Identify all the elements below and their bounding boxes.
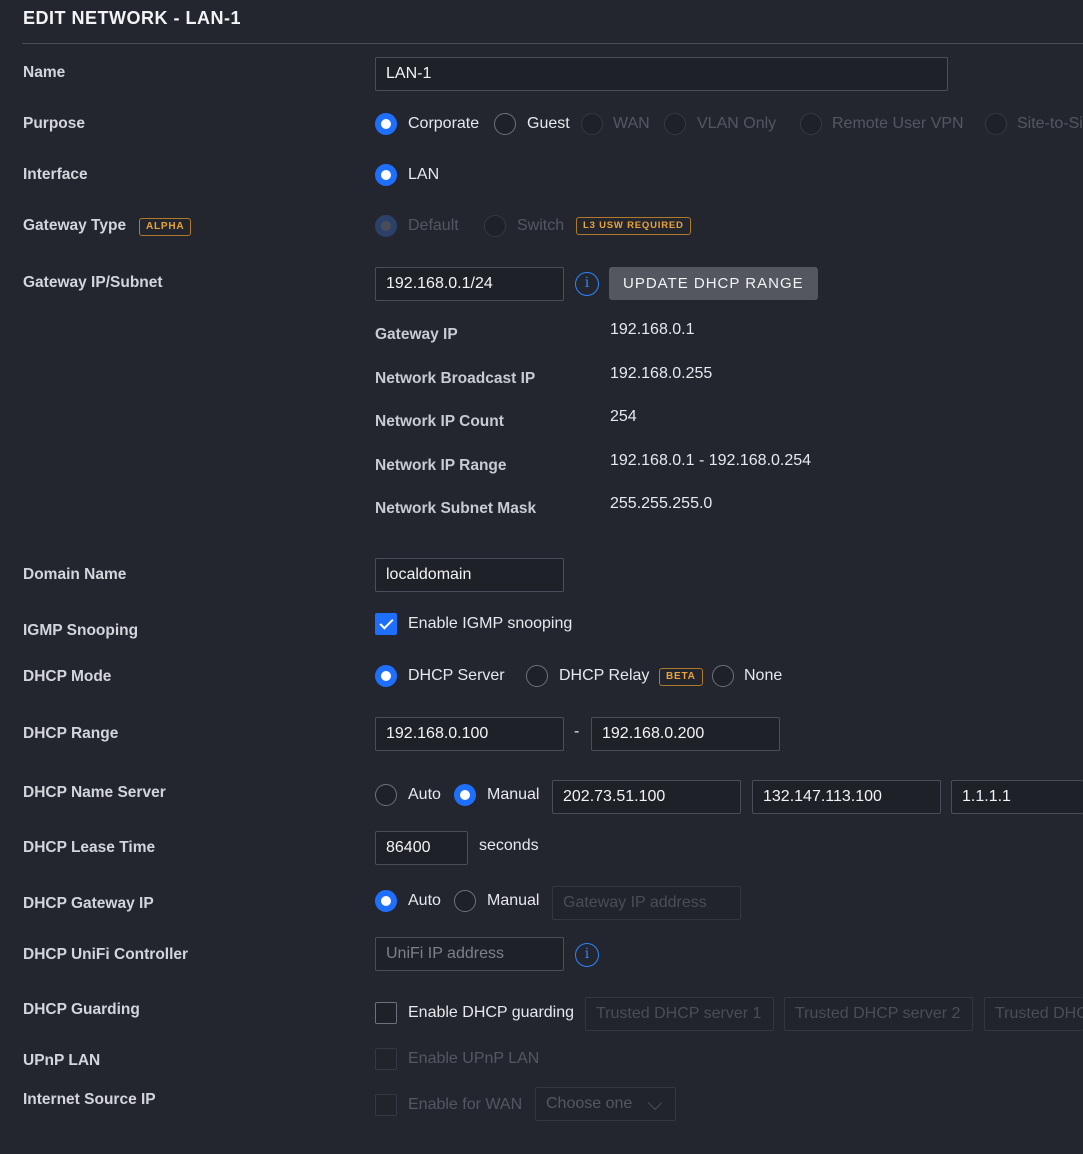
dhcp-relay-label[interactable]: DHCP Relay xyxy=(559,667,649,685)
dhcp-guarding-checkbox-label[interactable]: Enable DHCP guarding xyxy=(408,1004,574,1022)
purpose-remote-user-vpn-radio xyxy=(800,113,822,135)
name-server-auto-label[interactable]: Auto xyxy=(408,786,441,804)
dhcp-lease-time-label: DHCP Lease Time xyxy=(23,839,156,856)
name-server-auto-radio[interactable] xyxy=(375,784,397,806)
enable-for-wan-checkbox xyxy=(375,1094,397,1116)
internet-source-ip-label: Internet Source IP xyxy=(23,1091,156,1108)
name-server-2-input[interactable]: 132.147.113.100 xyxy=(752,780,941,814)
name-server-1-input[interactable]: 202.73.51.100 xyxy=(552,780,741,814)
gateway-subnet-input[interactable]: 192.168.0.1/24 xyxy=(375,267,564,301)
gateway-ip-value: 192.168.0.1 xyxy=(610,321,695,338)
purpose-remote-user-vpn-label: Remote User VPN xyxy=(832,115,964,132)
ip-count-label: Network IP Count xyxy=(375,413,504,430)
page-title: EDIT NETWORK - LAN-1 xyxy=(23,8,241,28)
l3-usw-required-badge: L3 USW REQUIRED xyxy=(576,217,691,235)
purpose-wan-radio xyxy=(581,113,603,135)
update-dhcp-range-button[interactable]: UPDATE DHCP RANGE xyxy=(609,267,818,300)
ip-range-value: 192.168.0.1 - 192.168.0.254 xyxy=(610,452,812,469)
dhcp-range-start-input[interactable]: 192.168.0.100 xyxy=(375,717,564,751)
dhcp-gateway-auto-radio[interactable] xyxy=(375,890,397,912)
dhcp-range-separator: - xyxy=(574,723,580,740)
enable-for-wan-label: Enable for WAN xyxy=(408,1096,523,1113)
info-icon[interactable]: i xyxy=(575,272,599,296)
dhcp-gateway-manual-radio[interactable] xyxy=(454,890,476,912)
gateway-default-radio xyxy=(375,215,397,237)
purpose-vlan-only-radio xyxy=(664,113,686,135)
dhcp-none-radio[interactable] xyxy=(712,665,734,687)
domain-name-label: Domain Name xyxy=(23,566,127,583)
broadcast-ip-value: 192.168.0.255 xyxy=(610,365,713,382)
upnp-lan-label: UPnP LAN xyxy=(23,1052,101,1069)
purpose-corporate-radio[interactable] xyxy=(375,113,397,135)
trusted-dhcp-server-2-input: Trusted DHCP server 2 xyxy=(784,997,973,1031)
beta-badge: BETA xyxy=(659,668,703,686)
name-label: Name xyxy=(23,64,66,81)
purpose-guest-label[interactable]: Guest xyxy=(527,115,570,133)
upnp-lan-checkbox xyxy=(375,1048,397,1070)
subnet-mask-label: Network Subnet Mask xyxy=(375,500,537,517)
purpose-vlan-only-label: VLAN Only xyxy=(697,115,777,132)
purpose-wan-label: WAN xyxy=(613,115,650,132)
alpha-badge: ALPHA xyxy=(139,218,192,236)
dhcp-name-server-label: DHCP Name Server xyxy=(23,784,166,801)
info-icon[interactable]: i xyxy=(575,943,599,967)
ip-count-value: 254 xyxy=(610,408,637,425)
igmp-snooping-label: IGMP Snooping xyxy=(23,622,139,639)
dhcp-gateway-manual-label[interactable]: Manual xyxy=(487,892,539,910)
interface-label: Interface xyxy=(23,166,88,183)
dhcp-guarding-checkbox[interactable] xyxy=(375,1002,397,1024)
name-server-manual-radio[interactable] xyxy=(454,784,476,806)
gateway-switch-radio xyxy=(484,215,506,237)
name-server-manual-label[interactable]: Manual xyxy=(487,786,539,804)
interface-lan-label[interactable]: LAN xyxy=(408,166,439,184)
dhcp-gateway-auto-label[interactable]: Auto xyxy=(408,892,441,910)
ip-range-label: Network IP Range xyxy=(375,457,507,474)
dhcp-range-label: DHCP Range xyxy=(23,725,119,742)
igmp-snooping-checkbox-label[interactable]: Enable IGMP snooping xyxy=(408,615,572,633)
interface-lan-radio[interactable] xyxy=(375,164,397,186)
dhcp-lease-time-input[interactable]: 86400 xyxy=(375,831,468,865)
dhcp-mode-label: DHCP Mode xyxy=(23,668,112,685)
purpose-corporate-label[interactable]: Corporate xyxy=(408,115,479,133)
gateway-type-label: Gateway Type xyxy=(23,217,127,234)
dhcp-gateway-ip-label: DHCP Gateway IP xyxy=(23,895,154,912)
name-server-3-input[interactable]: 1.1.1.1 xyxy=(951,780,1083,814)
trusted-dhcp-server-1-input: Trusted DHCP server 1 xyxy=(585,997,774,1031)
dhcp-server-radio[interactable] xyxy=(375,665,397,687)
gateway-ip-label: Gateway IP xyxy=(375,326,458,343)
subnet-mask-value: 255.255.255.0 xyxy=(610,495,713,512)
dhcp-relay-radio[interactable] xyxy=(526,665,548,687)
gateway-subnet-label: Gateway IP/Subnet xyxy=(23,274,163,291)
purpose-guest-radio[interactable] xyxy=(494,113,516,135)
purpose-label: Purpose xyxy=(23,115,86,132)
unifi-ip-input[interactable]: UniFi IP address xyxy=(375,937,564,971)
dhcp-gateway-ip-input: Gateway IP address xyxy=(552,886,741,920)
wan-select-value: Choose one xyxy=(546,1095,633,1112)
dhcp-server-label[interactable]: DHCP Server xyxy=(408,667,505,685)
gateway-switch-label: Switch xyxy=(517,217,565,234)
purpose-site-to-site-label: Site-to-Si xyxy=(1017,115,1083,132)
gateway-default-label: Default xyxy=(408,217,459,234)
title-divider xyxy=(22,43,1083,44)
igmp-snooping-checkbox[interactable] xyxy=(375,613,397,635)
dhcp-none-label[interactable]: None xyxy=(744,667,782,685)
dhcp-unifi-controller-label: DHCP UniFi Controller xyxy=(23,946,189,963)
dhcp-range-end-input[interactable]: 192.168.0.200 xyxy=(591,717,780,751)
name-input[interactable]: LAN-1 xyxy=(375,57,948,91)
broadcast-ip-label: Network Broadcast IP xyxy=(375,370,536,387)
trusted-dhcp-server-3-input: Trusted DHC xyxy=(984,997,1083,1031)
lease-time-unit: seconds xyxy=(479,837,539,854)
domain-name-input[interactable]: localdomain xyxy=(375,558,564,592)
upnp-lan-checkbox-label: Enable UPnP LAN xyxy=(408,1050,540,1067)
dhcp-guarding-label: DHCP Guarding xyxy=(23,1001,140,1018)
purpose-site-to-site-radio xyxy=(985,113,1007,135)
